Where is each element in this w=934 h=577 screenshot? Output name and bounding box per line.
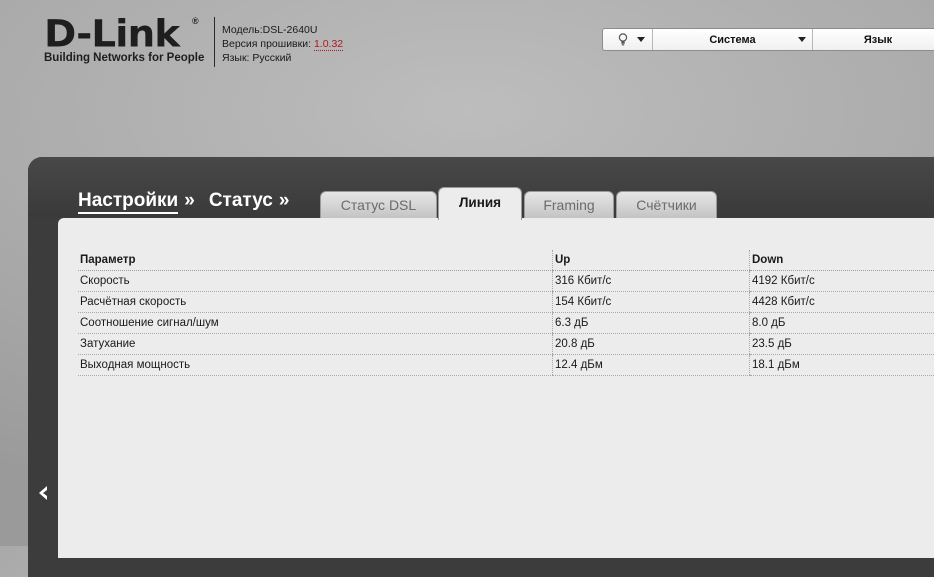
param-up-value: 12.4 дБм [553, 355, 750, 376]
language-menu-label: Язык [864, 34, 892, 46]
column-header-param: Параметр [78, 250, 553, 271]
chevron-down-icon [637, 37, 645, 42]
chevron-left-icon[interactable] [36, 484, 50, 502]
param-down-value: 8.0 дБ [750, 313, 934, 334]
firmware-label: Версия прошивки: [222, 38, 314, 50]
param-name: Расчётная скорость [78, 292, 553, 313]
tab-counters[interactable]: Счётчики [616, 191, 717, 218]
lightbulb-icon [618, 33, 628, 46]
param-down-value: 18.1 дБм [750, 355, 934, 376]
breadcrumb: Настройки » Статус » [78, 190, 303, 212]
table-row: Затухание 20.8 дБ 23.5 дБ [78, 334, 934, 355]
column-header-up: Up [553, 250, 750, 271]
column-header-down: Down [750, 250, 934, 271]
table-header-row: Параметр Up Down [78, 250, 934, 271]
param-down-value: 23.5 дБ [750, 334, 934, 355]
param-down-value: 4428 Кбит/с [750, 292, 934, 313]
table-row: Расчётная скорость 154 Кбит/с 4428 Кбит/… [78, 292, 934, 313]
tab-line[interactable]: Линия [438, 187, 522, 220]
param-down-value: 4192 Кбит/с [750, 271, 934, 292]
table-row: Выходная мощность 12.4 дБм 18.1 дБм [78, 355, 934, 376]
model-label: Модель:DSL-2640U [222, 23, 343, 37]
breadcrumb-status: Статус [209, 190, 273, 211]
line-parameters-table: Параметр Up Down Скорость 316 Кбит/с 419… [78, 250, 934, 376]
logo-registered-mark: ® [192, 16, 199, 26]
tips-dropdown[interactable] [603, 29, 653, 50]
chevron-down-icon [798, 37, 806, 42]
param-up-value: 154 Кбит/с [553, 292, 750, 313]
tab-dsl-status[interactable]: Статус DSL [320, 191, 437, 218]
param-name: Соотношение сигнал/шум [78, 313, 553, 334]
system-menu[interactable]: Система [653, 29, 813, 50]
language-menu[interactable]: Язык [813, 29, 934, 50]
table-row: Скорость 316 Кбит/с 4192 Кбит/с [78, 271, 934, 292]
language-label: Язык: Русский [222, 51, 343, 65]
breadcrumb-settings-link[interactable]: Настройки [78, 190, 178, 214]
firmware-version-link[interactable]: 1.0.32 [314, 38, 343, 51]
tab-framing[interactable]: Framing [524, 191, 614, 218]
breadcrumb-separator: » [279, 190, 290, 211]
firmware-line: Версия прошивки: 1.0.32 [222, 37, 343, 51]
table-row: Соотношение сигнал/шум 6.3 дБ 8.0 дБ [78, 313, 934, 334]
system-menu-label: Система [709, 34, 755, 46]
param-name: Затухание [78, 334, 553, 355]
logo-tagline: Building Networks for People [44, 52, 204, 64]
param-up-value: 6.3 дБ [553, 313, 750, 334]
breadcrumb-separator: » [184, 190, 195, 211]
param-name: Выходная мощность [78, 355, 553, 376]
logo-wordmark: D-Link [44, 14, 179, 56]
top-toolbar: Система Язык [602, 28, 934, 51]
device-info: Модель:DSL-2640U Версия прошивки: 1.0.32… [222, 23, 343, 65]
dlink-logo: D-Link ® Building Networks for People [44, 14, 204, 70]
param-up-value: 316 Кбит/с [553, 271, 750, 292]
param-up-value: 20.8 дБ [553, 334, 750, 355]
header-divider [214, 17, 215, 67]
param-name: Скорость [78, 271, 553, 292]
